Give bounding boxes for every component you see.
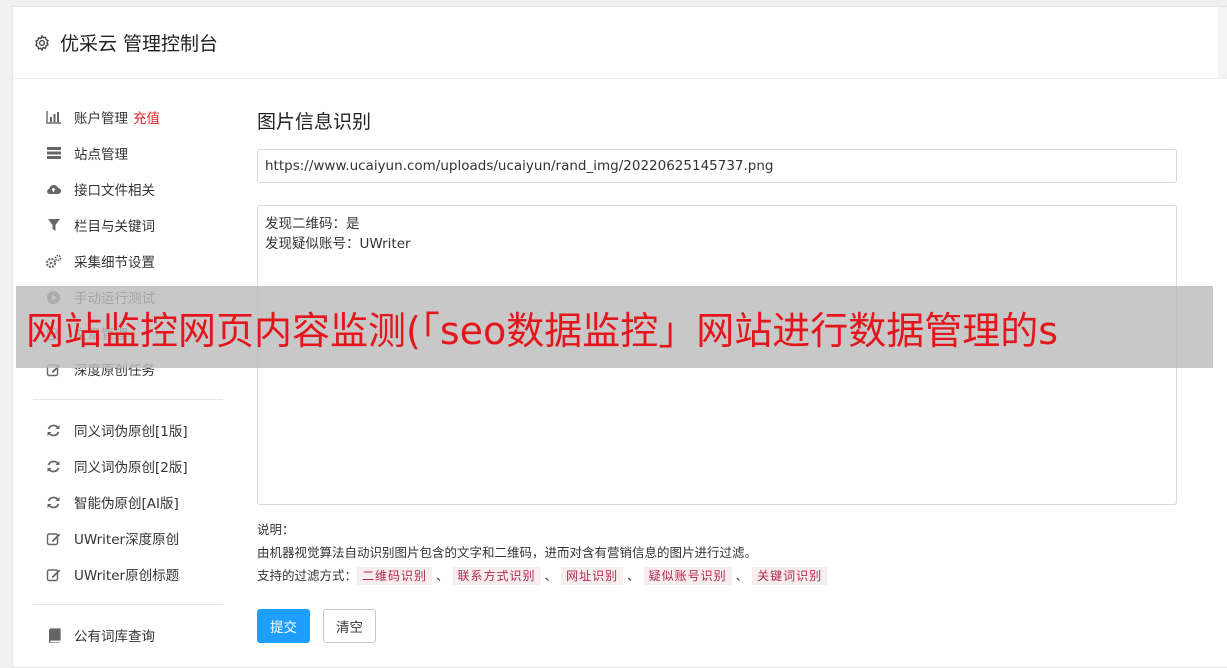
sidebar-item-label: 采集细节设置 [74, 255, 155, 271]
filter-methods: 支持的过滤方式： 二维码识别、联系方式识别、网址识别、疑似账号识别、关键词识别 [257, 564, 1177, 587]
scrollbar[interactable] [1218, 7, 1227, 78]
sidebar-item[interactable]: 公有词库查询 [33, 617, 223, 653]
sidebar-item-label: 接口文件相关 [74, 183, 155, 199]
submit-button[interactable]: 提交 [257, 609, 310, 643]
tag-separator: 、 [436, 568, 449, 583]
sidebar-item-label: UWriter深度原创 [74, 532, 180, 548]
sidebar-item-label: 账户管理 [74, 111, 128, 127]
page-title: 优采云 管理控制台 [60, 33, 219, 55]
sidebar-item[interactable]: 账户管理 充值 [33, 99, 223, 135]
filter-label: 支持的过滤方式： [257, 568, 358, 583]
divider [33, 399, 223, 400]
button-row: 提交 清空 [257, 609, 1177, 643]
edit-icon [45, 566, 62, 583]
section-title: 图片信息识别 [257, 111, 372, 133]
edit-icon [45, 530, 62, 547]
sidebar-item-label: 智能伪原创[AI版] [74, 496, 179, 512]
sidebar-item[interactable]: UWriter深度原创 [33, 520, 223, 556]
filter-tag: 二维码识别 [357, 567, 433, 585]
sidebar-item-label: 公有词库查询 [74, 629, 155, 645]
tag-separator: 、 [544, 568, 558, 583]
clear-button[interactable]: 清空 [323, 609, 376, 643]
tag-separator: 、 [735, 568, 749, 583]
notes-label: 说明： [257, 522, 295, 537]
filter-tag: 网址识别 [561, 567, 624, 585]
filter-icon [45, 217, 62, 234]
image-url-input[interactable] [257, 149, 1177, 183]
sidebar-item-label: 同义词伪原创[1版] [74, 424, 188, 440]
filter-tag: 疑似账号识别 [643, 567, 732, 585]
watermark-banner: 网站监控网页内容监测(「seo数据监控」网站进行数据管理的s [16, 286, 1213, 368]
banner-text: 网站监控网页内容监测(「seo数据监控」网站进行数据管理的s [26, 308, 1059, 353]
sidebar-item-label: 站点管理 [74, 147, 128, 163]
tag-separator: 、 [627, 568, 640, 583]
sidebar-item-label: 栏目与关键词 [74, 219, 155, 235]
gear-icon [33, 33, 51, 52]
sidebar-item[interactable]: 站点管理 [33, 135, 223, 171]
sidebar-item[interactable]: 同义词伪原创[2版] [33, 448, 223, 484]
sidebar-item-label: UWriter原创标题 [74, 568, 180, 584]
sidebar-item[interactable]: 智能伪原创[AI版] [33, 484, 223, 520]
result-line: 发现疑似账号：UWriter [265, 236, 411, 252]
book-icon [45, 627, 62, 644]
notes: 说明： 由机器视觉算法自动识别图片包含的文字和二维码，进而对含有营销信息的图片进… [257, 518, 1177, 587]
console-header: 优采云 管理控制台 [13, 7, 1227, 79]
divider [33, 604, 223, 605]
server-icon [45, 145, 62, 162]
sidebar-item[interactable]: 接口文件相关 [33, 171, 223, 207]
recharge-link[interactable]: 充值 [133, 107, 160, 127]
refresh-icon [45, 458, 62, 475]
main-content: 图片信息识别 发现二维码：是 发现疑似账号：UWriter 说明： 由机器视觉算… [257, 107, 1177, 643]
sidebar-item[interactable]: UWriter原创标题 [33, 556, 223, 592]
refresh-icon [45, 422, 62, 439]
sidebar: 账户管理充值站点管理接口文件相关栏目与关键词采集细节设置手动运行测试文章管理深度… [33, 99, 223, 653]
sidebar-item-label: 同义词伪原创[2版] [74, 460, 188, 476]
sidebar-item[interactable]: 采集细节设置 [33, 243, 223, 279]
cloud-upload-icon [45, 181, 62, 198]
result-line: 发现二维码：是 [265, 216, 360, 232]
filter-tag: 联系方式识别 [452, 567, 541, 585]
refresh-icon [45, 494, 62, 511]
sidebar-item[interactable]: 栏目与关键词 [33, 207, 223, 243]
sidebar-item[interactable]: 同义词伪原创[1版] [33, 412, 223, 448]
gears-icon [45, 253, 62, 270]
bar-chart-icon [45, 109, 62, 126]
notes-text: 由机器视觉算法自动识别图片包含的文字和二维码，进而对含有营销信息的图片进行过滤。 [257, 545, 758, 560]
filter-tag: 关键词识别 [752, 567, 828, 585]
